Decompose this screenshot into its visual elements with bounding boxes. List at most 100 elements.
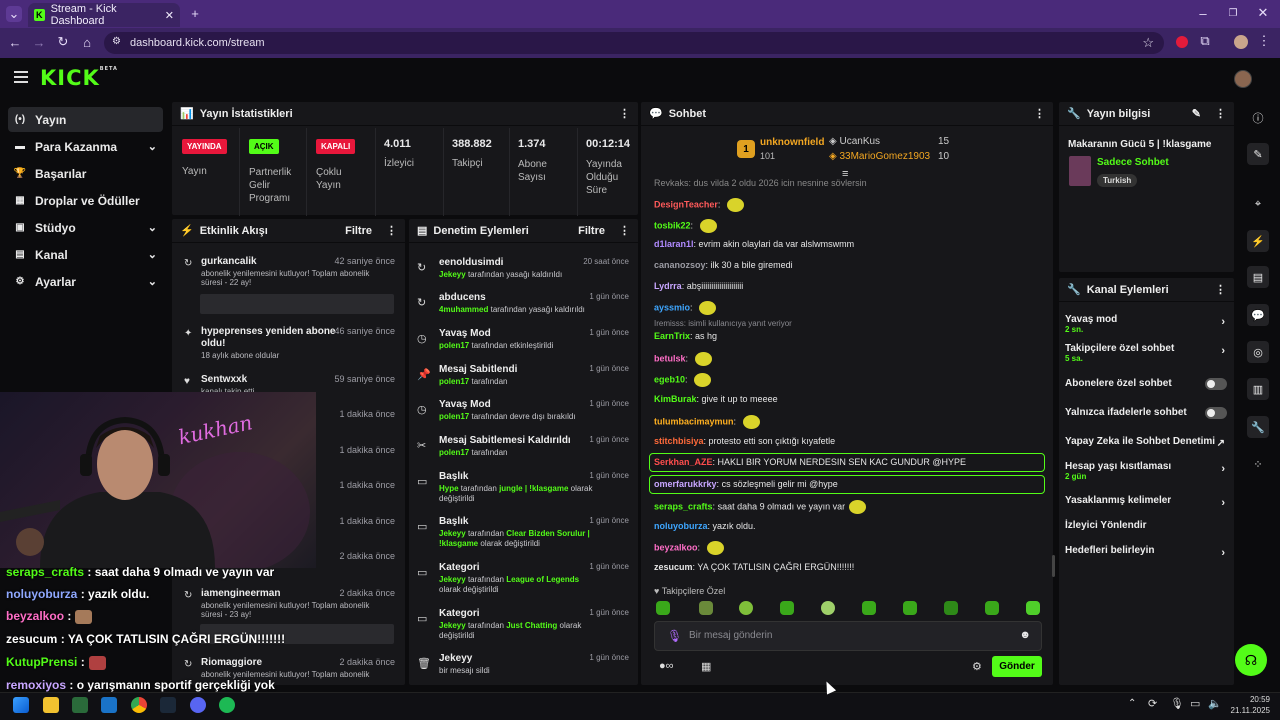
address-bar[interactable]: ⚙ dashboard.kick.com/stream ☆: [104, 32, 1164, 54]
chrome-icon[interactable]: [131, 697, 147, 713]
broadcast-icon[interactable]: ◎: [1247, 341, 1269, 363]
channel-actions-menu-icon[interactable]: ⋮: [1215, 283, 1226, 296]
emote-icon[interactable]: [739, 601, 753, 615]
support-headset-icon[interactable]: ☊: [1235, 644, 1267, 676]
focus-icon[interactable]: ⌖: [1247, 193, 1269, 215]
channel-action-0[interactable]: Yavaş mod 2 sn. ›: [1065, 314, 1231, 338]
sidebar-item-channel[interactable]: ▤ Kanal ⌄: [8, 242, 163, 267]
chat-username[interactable]: Serkhan_AZE: [654, 457, 713, 467]
chat-username[interactable]: KimBurak: [654, 394, 697, 404]
chevron-right-icon[interactable]: ›: [1221, 463, 1225, 475]
leader-1-name[interactable]: unknownfield: [760, 137, 824, 148]
chat-message[interactable]: omerfarukkrky: cs sözleşmeli gelir mi @h…: [654, 479, 838, 489]
chat-username[interactable]: tulumbacimaymun: [654, 416, 734, 426]
toggle-switch[interactable]: [1205, 407, 1227, 419]
chat-username[interactable]: egeb10: [654, 374, 685, 384]
more-icon[interactable]: ⁘: [1247, 453, 1269, 475]
chat-settings-icon[interactable]: ⚙: [972, 660, 982, 673]
chat-message[interactable]: tulumbacimaymun:: [654, 415, 760, 429]
chat-message[interactable]: tosbik22:: [654, 219, 717, 233]
moderation-item[interactable]: ◷ Yavaş Mod 1 gün önce polen17 tarafından d…: [417, 399, 629, 433]
browser-menu-icon[interactable]: ⋮: [1258, 33, 1271, 48]
leader-2-name[interactable]: ◈ UcanKus: [829, 136, 880, 147]
emote-icon[interactable]: [699, 601, 713, 615]
chevron-down-icon[interactable]: ⌄: [148, 140, 157, 153]
channel-action-2[interactable]: Abonelere özel sohbet: [1065, 378, 1231, 402]
kick-logo[interactable]: KICKBETA: [40, 66, 118, 90]
chat-message[interactable]: seraps_crafts: saat daha 9 olmadı ve yay…: [654, 500, 867, 514]
category-link[interactable]: Sadece Sohbet: [1097, 157, 1169, 168]
emote-icon[interactable]: [821, 601, 835, 615]
chevron-down-icon[interactable]: ⌄: [148, 248, 157, 261]
activity-filter-button[interactable]: Filtre: [345, 225, 372, 237]
sidebar-item-trophy[interactable]: 🏆 Başarılar: [8, 161, 163, 186]
chat-username[interactable]: beyzalkoo: [654, 542, 698, 552]
chat-username[interactable]: omerfarukkrky: [654, 479, 717, 489]
channel-action-6[interactable]: Yasaklanmış kelimeler ›: [1065, 495, 1231, 519]
chat-message[interactable]: egeb10:: [654, 373, 712, 387]
quick-emote-icon[interactable]: ●∞: [659, 660, 674, 672]
chat-input[interactable]: 🎙 Bir mesaj gönderin ☻: [654, 621, 1042, 651]
chat-username[interactable]: cananozsoy: [654, 260, 706, 270]
moderation-item[interactable]: ✂ Mesaj Sabitlemesi Kaldırıldı 1 gün önce p…: [417, 435, 629, 469]
sidebar-item-settings[interactable]: ⚙ Ayarlar ⌄: [8, 269, 163, 294]
outlook-icon[interactable]: [101, 697, 117, 713]
mic-tray-icon[interactable]: 🎙: [1170, 697, 1184, 710]
lightning-icon[interactable]: ⚡: [1247, 230, 1269, 252]
chat-username[interactable]: seraps_crafts: [654, 501, 713, 511]
category-thumbnail[interactable]: [1069, 156, 1091, 186]
moderation-item[interactable]: ↻ eenoldusimdi 20 saat önce Jekeyy tarafınd…: [417, 257, 629, 291]
moderation-item[interactable]: 🗑 Jekeyy 1 gün önce bir mesajı sildi: [417, 653, 629, 687]
steam-icon[interactable]: [160, 697, 176, 713]
document-icon[interactable]: ▤: [1247, 266, 1269, 288]
site-info-icon[interactable]: ⚙: [112, 36, 121, 47]
moderation-item[interactable]: ▭ Kategori 1 gün önce Jekeyy tarafından Lea…: [417, 562, 629, 596]
moderation-item[interactable]: ◷ Yavaş Mod 1 gün önce polen17 tarafından e…: [417, 328, 629, 362]
home-icon[interactable]: ⌂: [80, 35, 94, 50]
chevron-right-icon[interactable]: ›: [1221, 497, 1225, 509]
profile-avatar[interactable]: [1234, 35, 1248, 49]
emote-icon[interactable]: [1026, 601, 1040, 615]
sidebar-item-broadcast[interactable]: (•) Yayın: [8, 107, 163, 132]
tag-chip[interactable]: Turkish: [1097, 174, 1138, 187]
chat-message[interactable]: cananozsoy: ilk 30 a bile giremedi: [654, 260, 793, 270]
chevron-right-icon[interactable]: ›: [1221, 316, 1225, 328]
chat-message[interactable]: ayssmio:: [654, 301, 717, 315]
channel-action-3[interactable]: Yalnızca ifadelerle sohbet: [1065, 407, 1231, 431]
minimize-icon[interactable]: –: [1196, 6, 1210, 21]
chat-username[interactable]: tosbik22: [654, 220, 691, 230]
discord-icon[interactable]: [190, 697, 206, 713]
tab-list-chevron-icon[interactable]: ⌄: [6, 6, 22, 22]
edit-icon[interactable]: ✎: [1247, 143, 1269, 165]
microphone-icon[interactable]: 🎙: [667, 629, 682, 643]
layout-icon[interactable]: ▥: [1247, 378, 1269, 400]
channel-action-4[interactable]: Yapay Zeka ile Sohbet Denetimi ↗: [1065, 436, 1231, 460]
chat-message[interactable]: d1laran1l: evrim akin olaylari da var al…: [654, 239, 854, 249]
chat-message[interactable]: zesucum: YA ÇOK TATLISIN ÇAĞRI ERGÜN!!!!…: [654, 562, 854, 572]
store-app-icon[interactable]: [72, 697, 88, 713]
close-tab-icon[interactable]: ✕: [165, 9, 174, 22]
stats-menu-icon[interactable]: ⋮: [619, 107, 630, 120]
info-icon[interactable]: ⓘ: [1247, 107, 1269, 129]
reload-icon[interactable]: ↻: [56, 34, 70, 49]
moderation-filter-button[interactable]: Filtre: [578, 225, 605, 237]
user-avatar[interactable]: [1234, 70, 1252, 88]
hamburger-menu-icon[interactable]: [14, 71, 28, 83]
chevron-down-icon[interactable]: ⌄: [148, 221, 157, 234]
emoji-icon[interactable]: ☻: [1019, 629, 1031, 641]
store-icon[interactable]: ▦: [701, 660, 711, 673]
emote-icon[interactable]: [944, 601, 958, 615]
activity-item[interactable]: ↻ gurkancalik 42 saniye önce abonelik yenil…: [181, 256, 395, 288]
chat-username[interactable]: d1laran1l: [654, 239, 694, 249]
sidebar-item-gift[interactable]: ▦ Droplar ve Ödüller: [8, 188, 163, 213]
channel-action-1[interactable]: Takipçilere özel sohbet 5 sa. ›: [1065, 343, 1231, 367]
sidebar-item-money[interactable]: ▬ Para Kazanma ⌄: [8, 134, 163, 159]
edit-pencil-icon[interactable]: ✎: [1192, 107, 1201, 120]
sync-icon[interactable]: ⟳: [1148, 697, 1157, 710]
chat-username[interactable]: noluyoburza: [654, 521, 708, 531]
channel-action-8[interactable]: Hedefleri belirleyin ›: [1065, 545, 1231, 569]
sidebar-item-studio[interactable]: ▣ Stüdyo ⌄: [8, 215, 163, 240]
chevron-right-icon[interactable]: ›: [1221, 547, 1225, 559]
activity-menu-icon[interactable]: ⋮: [386, 224, 397, 237]
emote-icon[interactable]: [862, 601, 876, 615]
